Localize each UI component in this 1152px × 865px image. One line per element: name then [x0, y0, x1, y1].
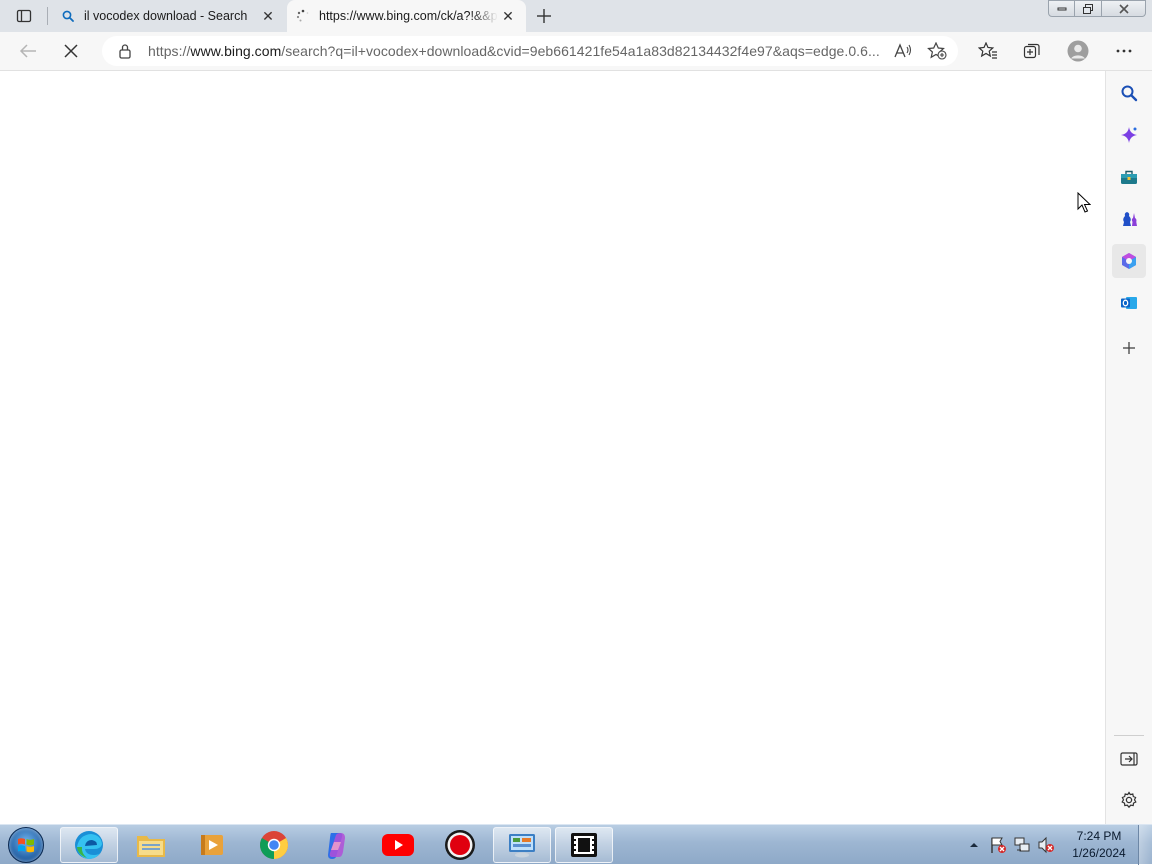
taskbar-media-player[interactable]	[183, 827, 241, 863]
url-path: /search?q=il+vocodex+download&cvid=9eb66…	[281, 43, 880, 59]
record-icon	[445, 830, 475, 860]
taskbar-edge[interactable]	[60, 827, 118, 863]
avatar	[1067, 40, 1089, 62]
more-dots-icon	[1116, 49, 1132, 53]
taskbar-file-explorer[interactable]	[122, 827, 180, 863]
tab-actions-menu-button[interactable]	[8, 4, 40, 28]
tab-actions-icon	[16, 9, 32, 23]
settings-and-more-button[interactable]	[1109, 37, 1139, 65]
star-add-icon	[927, 42, 947, 60]
taskbar-copilot[interactable]	[307, 827, 365, 863]
windows-taskbar: 7:24 PM 1/26/2024	[0, 824, 1152, 865]
chess-piece-icon	[1123, 212, 1137, 226]
url-scheme: https://	[148, 43, 191, 59]
folder-icon	[137, 836, 165, 857]
search-icon	[60, 8, 76, 24]
window-controls	[1048, 0, 1146, 18]
minimize-icon	[1057, 7, 1066, 10]
favorites-button[interactable]	[973, 37, 1003, 65]
search-icon	[1121, 85, 1138, 102]
chevron-up-icon	[970, 843, 978, 847]
microsoft365-icon	[1122, 253, 1136, 269]
stop-icon	[64, 44, 78, 58]
web-content-area[interactable]	[0, 71, 1105, 824]
browser-toolbar: https://www.bing.com/search?q=il+vocodex…	[0, 32, 1152, 71]
plus-icon	[1123, 342, 1135, 354]
plus-icon	[537, 9, 551, 23]
taskbar-recorder[interactable]	[431, 827, 489, 863]
show-hidden-icons-button[interactable]	[962, 833, 986, 857]
clock-date: 1/26/2024	[1072, 846, 1126, 860]
read-aloud-icon	[894, 43, 912, 58]
new-tab-button[interactable]	[532, 4, 556, 28]
taskbar-clock[interactable]: 7:24 PM 1/26/2024	[1064, 828, 1134, 862]
collections-button[interactable]	[1017, 37, 1047, 65]
close-window-button[interactable]	[1102, 0, 1146, 17]
taskbar-youtube[interactable]	[369, 827, 427, 863]
tab-loading[interactable]: https://www.bing.com/ck/a?!&&p ✕	[287, 0, 526, 32]
tab-strip: il vocodex download - Search ✕ https://w…	[0, 0, 1152, 32]
lock-icon[interactable]	[108, 43, 142, 59]
sidebar-tools-button[interactable]	[1112, 160, 1146, 194]
youtube-icon	[382, 834, 414, 856]
close-tab-button[interactable]: ✕	[498, 6, 518, 26]
show-desktop-button[interactable]	[1138, 825, 1152, 865]
gear-icon	[1121, 791, 1137, 809]
volume-muted-icon[interactable]	[1034, 833, 1058, 857]
chrome-icon	[260, 831, 288, 859]
edge-sidebar	[1105, 71, 1152, 824]
hide-sidebar-icon	[1120, 752, 1138, 766]
windows-logo-icon	[8, 827, 44, 863]
minimize-button[interactable]	[1048, 0, 1075, 17]
edge-icon	[75, 831, 103, 859]
url-host: www.bing.com	[190, 43, 282, 59]
sidebar-hide-button[interactable]	[1112, 742, 1146, 776]
restore-button[interactable]	[1075, 0, 1102, 17]
read-aloud-button[interactable]	[886, 37, 920, 65]
sidebar-outlook-button[interactable]	[1112, 286, 1146, 320]
tab-search[interactable]: il vocodex download - Search ✕	[52, 0, 286, 32]
clock-time: 7:24 PM	[1076, 829, 1122, 843]
media-player-icon	[201, 835, 223, 855]
restore-icon	[1083, 3, 1093, 14]
back-button[interactable]	[13, 37, 43, 65]
tab-separator	[47, 7, 48, 25]
outlook-icon	[1121, 297, 1137, 309]
sidebar-add-button[interactable]	[1112, 331, 1146, 365]
taskbar-video-editor[interactable]	[555, 827, 613, 863]
sidebar-settings-button[interactable]	[1112, 783, 1146, 817]
tab-title: il vocodex download - Search	[84, 9, 248, 23]
sidebar-microsoft365-button[interactable]	[1112, 244, 1146, 278]
toolbox-icon	[1121, 170, 1137, 184]
profile-button[interactable]	[1063, 37, 1093, 65]
film-icon	[571, 833, 597, 857]
sidebar-search-button[interactable]	[1112, 76, 1146, 110]
sidebar-games-button[interactable]	[1112, 202, 1146, 236]
loading-spinner-icon	[295, 8, 311, 24]
network-icon[interactable]	[1010, 833, 1034, 857]
sidebar-copilot-button[interactable]	[1112, 118, 1146, 152]
sparkle-icon	[1121, 127, 1137, 143]
address-bar[interactable]: https://www.bing.com/search?q=il+vocodex…	[102, 36, 958, 66]
close-icon	[1118, 3, 1129, 14]
start-button[interactable]	[4, 826, 48, 864]
collections-icon	[1023, 43, 1040, 59]
sidebar-divider	[1114, 735, 1144, 736]
system-tray: 7:24 PM 1/26/2024	[962, 825, 1134, 865]
mouse-cursor-icon	[1077, 192, 1091, 213]
action-center-icon[interactable]	[986, 833, 1010, 857]
close-tab-button[interactable]: ✕	[258, 6, 278, 26]
stop-loading-button[interactable]	[56, 37, 86, 65]
tab-title: https://www.bing.com/ck/a?!&&p	[319, 9, 498, 23]
copilot-icon	[328, 833, 345, 859]
control-panel-icon	[509, 834, 535, 858]
url-text[interactable]: https://www.bing.com/search?q=il+vocodex…	[148, 43, 886, 59]
back-arrow-icon	[19, 44, 36, 58]
taskbar-control-panel[interactable]	[493, 827, 551, 863]
taskbar-chrome[interactable]	[245, 827, 303, 863]
add-favorite-button[interactable]	[920, 37, 954, 65]
favorites-icon	[978, 42, 997, 59]
